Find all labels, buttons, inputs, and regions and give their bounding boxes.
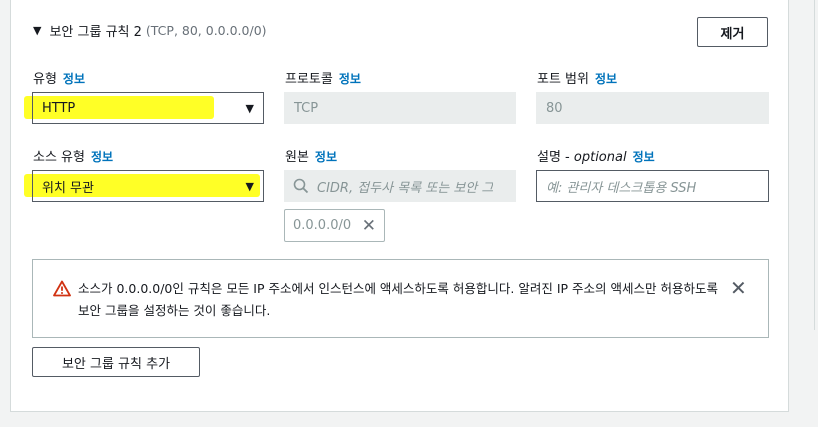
protocol-field: TCP [284,92,516,124]
dropdown-arrow-icon: ▼ [245,101,254,115]
protocol-value: TCP [294,100,319,116]
type-label: 유형 정보 [33,68,85,87]
source-info-link[interactable]: 정보 [315,150,337,164]
add-security-group-rule-button[interactable]: 보안 그룹 규칙 추가 [32,347,200,377]
type-label-text: 유형 [33,72,57,87]
protocol-label-text: 프로토콜 [285,72,333,87]
port-range-field: 80 [536,92,769,124]
warning-message: 소스가 0.0.0.0/0인 규칙은 모든 IP 주소에서 인스턴스에 액세스하… [78,281,718,318]
remove-token-icon[interactable]: ✕ [362,216,376,236]
close-icon[interactable]: ✕ [730,276,747,300]
dropdown-arrow-icon: ▼ [245,179,254,193]
type-select-value: HTTP [42,100,76,116]
source-type-select[interactable]: 위치 무관 ▼ [32,170,264,202]
protocol-label: 프로토콜 정보 [285,68,361,87]
source-type-label: 소스 유형 정보 [33,146,113,165]
source-token-label: 0.0.0.0/0 [293,218,352,233]
source-label-text: 원본 [285,150,309,165]
rule-title: 보안 그룹 규칙 2 [49,24,142,40]
type-info-link[interactable]: 정보 [63,72,85,86]
type-select[interactable]: HTTP ▼ [32,92,264,124]
description-placeholder: 예: 관리자 데스크톱용 SSH [546,180,697,196]
source-type-value: 위치 무관 [42,180,94,196]
rule-header[interactable]: ▼ 보안 그룹 규칙 2 (TCP, 80, 0.0.0.0/0) [33,18,267,42]
search-icon [293,178,309,194]
description-input[interactable]: 예: 관리자 데스크톱용 SSH [536,170,769,202]
caret-down-icon[interactable]: ▼ [33,24,41,37]
port-range-value: 80 [546,100,563,116]
divider [814,0,815,330]
port-range-label: 포트 범위 정보 [537,68,617,87]
rule-summary: (TCP, 80, 0.0.0.0/0) [145,22,267,38]
source-token: 0.0.0.0/0 ✕ [284,209,385,242]
description-info-link[interactable]: 정보 [633,150,655,164]
source-type-label-text: 소스 유형 [33,150,85,165]
warning-alert: 소스가 0.0.0.0/0인 규칙은 모든 IP 주소에서 인스턴스에 액세스하… [32,259,769,338]
description-label: 설명 - optional 정보 [537,150,655,165]
protocol-info-link[interactable]: 정보 [339,72,361,86]
port-range-label-text: 포트 범위 [537,72,589,87]
optional-text: optional [573,150,627,165]
remove-button[interactable]: 제거 [697,17,768,47]
description-label-text: 설명 [537,150,561,165]
source-label: 원본 정보 [285,146,337,165]
source-search-input[interactable]: CIDR, 접두사 목록 또는 보안 그 [284,170,516,202]
scrollbar-region [790,0,818,427]
source-type-info-link[interactable]: 정보 [91,150,113,164]
port-range-info-link[interactable]: 정보 [595,72,617,86]
warning-icon [53,280,71,297]
source-search-placeholder: CIDR, 접두사 목록 또는 보안 그 [317,180,494,196]
